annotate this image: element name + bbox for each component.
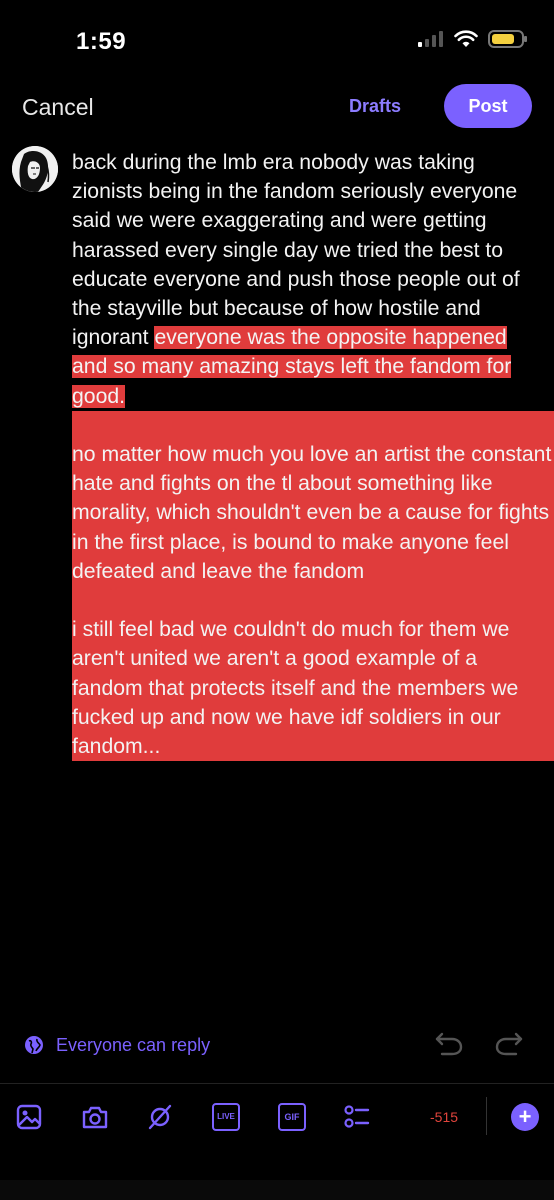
- camera-icon[interactable]: [81, 1103, 109, 1131]
- paragraph-2-selected: no matter how much you love an artist th…: [72, 440, 554, 587]
- gif-icon[interactable]: GIF: [278, 1103, 306, 1131]
- compose-topbar: Cancel Drafts Post: [0, 84, 554, 128]
- battery-icon: [488, 30, 527, 48]
- post-button[interactable]: Post: [444, 84, 532, 128]
- avatar[interactable]: [12, 146, 58, 192]
- gif-search-icon[interactable]: [146, 1103, 174, 1131]
- paragraph-3-selected: i still feel bad we couldn't do much for…: [72, 615, 554, 762]
- live-icon[interactable]: LIVE: [212, 1103, 240, 1131]
- compose-text-area[interactable]: back during the lmb era nobody was takin…: [72, 148, 554, 762]
- reply-setting[interactable]: Everyone can reply: [24, 1030, 210, 1060]
- unselected-text: back during the lmb era nobody was takin…: [72, 151, 520, 350]
- cancel-button[interactable]: Cancel: [22, 94, 94, 121]
- toolbar-divider: [0, 1083, 554, 1084]
- reply-setting-label: Everyone can reply: [56, 1034, 211, 1055]
- status-icons: [418, 30, 527, 48]
- status-bar: 1:59: [0, 0, 554, 80]
- undo-redo-controls: [434, 1030, 524, 1056]
- wifi-icon: [454, 30, 478, 47]
- toolbar-separator: [486, 1097, 487, 1135]
- paragraph-1: back during the lmb era nobody was takin…: [72, 148, 544, 411]
- undo-icon[interactable]: [434, 1030, 464, 1056]
- poll-icon[interactable]: [343, 1103, 371, 1131]
- drafts-button[interactable]: Drafts: [349, 96, 401, 117]
- selected-blank-line: [72, 586, 554, 616]
- signal-icon: [418, 31, 443, 47]
- compose-toolbar: LIVE GIF -515 +: [0, 1097, 554, 1141]
- character-counter: -515: [430, 1109, 459, 1125]
- globe-icon: [25, 1036, 43, 1054]
- redo-icon[interactable]: [494, 1030, 524, 1056]
- status-time: 1:59: [76, 28, 127, 55]
- image-icon[interactable]: [15, 1103, 43, 1131]
- add-post-button[interactable]: +: [511, 1103, 539, 1131]
- selected-blank-line: [72, 410, 554, 441]
- home-indicator-area: [0, 1180, 554, 1200]
- avatar-image: [12, 146, 58, 192]
